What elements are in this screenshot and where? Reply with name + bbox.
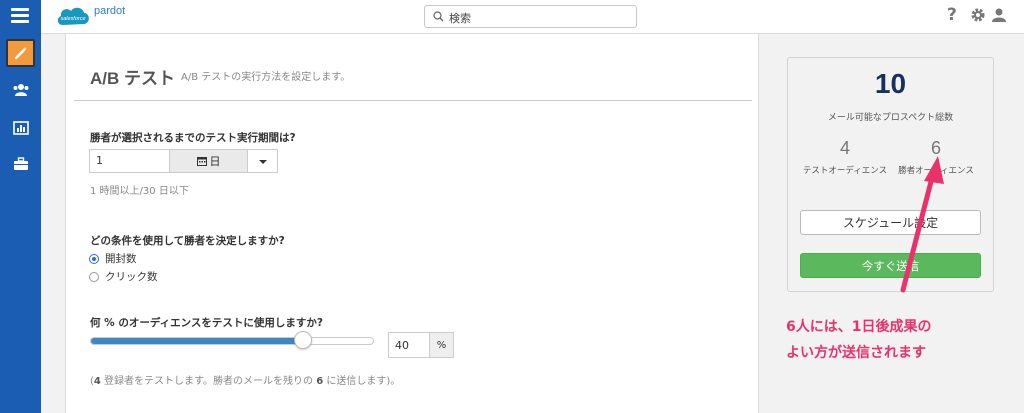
left-nav	[0, 0, 41, 413]
duration-unit-dropdown[interactable]	[248, 149, 278, 173]
schedule-button[interactable]: スケジュール設定	[800, 210, 981, 235]
magic-wand-icon	[0, 42, 41, 64]
page-subtitle: A/B テストの実行方法を設定します。	[181, 72, 351, 83]
send-summary-panel: 10 メール可能なプロスペクト総数 4 テストオーディエンス 6 勝者オーディエ…	[787, 57, 994, 292]
send-now-button[interactable]: 今すぐ送信	[800, 253, 981, 278]
audience-question: 何 % のオーディエンスをテストに使用しますか?	[90, 317, 323, 329]
test-audience-label: テストオーディエンス	[802, 166, 888, 176]
salesforce-logo-text: salesforce	[60, 16, 85, 22]
total-prospects-count: 10	[874, 68, 907, 99]
duration-question: 勝者が選択されるまでのテスト実行期間は?	[90, 132, 296, 144]
total-prospects-label: メール可能なプロスペクト総数	[827, 113, 954, 123]
test-audience-count: 4	[839, 138, 850, 158]
summary-suffix: に送信します)。	[323, 376, 401, 387]
gear-icon[interactable]	[970, 7, 986, 27]
duration-hint: 1 時間以上/30 日以下	[90, 186, 189, 197]
calendar-icon	[196, 157, 207, 166]
chevron-down-icon	[259, 160, 267, 164]
summary-mid: 登録者をテストします。勝者のメールを残りの	[100, 376, 317, 387]
radio-button-checked[interactable]	[89, 253, 99, 264]
search-icon	[433, 11, 444, 22]
ab-test-panel: A/B テスト A/B テストの実行方法を設定します。 勝者が選択されるまでのテ…	[65, 34, 759, 413]
duration-unit-label: 日	[209, 155, 221, 168]
audience-slider-fill	[91, 338, 303, 344]
radio-option-clicks[interactable]: クリック数	[89, 269, 158, 284]
help-icon[interactable]: ?	[947, 5, 957, 25]
top-bar: salesforce pardot 検索 ?	[41, 0, 1024, 34]
salesforce-logo[interactable]: salesforce	[55, 5, 91, 27]
audience-summary: (4 登録者をテストします。勝者のメールを残りの 6 に送信します)。	[90, 372, 400, 387]
duration-input[interactable]: 1	[89, 149, 170, 173]
winner-audience-count: 6	[930, 138, 941, 158]
summary-test-count: 4	[93, 376, 101, 387]
user-avatar-icon[interactable]	[991, 7, 1007, 27]
pardot-logo-text: pardot	[94, 5, 126, 17]
reports-chart-icon[interactable]	[0, 118, 41, 138]
audience-slider-handle[interactable]	[294, 331, 312, 349]
audience-percent-input[interactable]: 40	[388, 332, 430, 358]
duration-unit-addon: 日	[170, 149, 248, 173]
users-icon[interactable]	[0, 80, 41, 100]
condition-question: どの条件を使用して勝者を決定しますか?	[90, 235, 285, 247]
radio-label-clicks: クリック数	[105, 271, 158, 283]
radio-option-opens[interactable]: 開封数	[89, 251, 137, 266]
title-divider	[74, 100, 752, 101]
audience-slider-track[interactable]	[90, 337, 374, 345]
page-title: A/B テスト	[90, 69, 175, 88]
annotation-line-1: 6人には、1日後成果の	[786, 319, 932, 335]
percent-addon: %	[430, 332, 454, 358]
annotation-line-2: よい方が送信されます	[786, 345, 926, 361]
winner-audience-label: 勝者オーディエンス	[898, 166, 974, 176]
radio-button-unchecked[interactable]	[89, 271, 99, 282]
briefcase-icon[interactable]	[0, 154, 41, 174]
search-placeholder: 検索	[449, 12, 471, 25]
search-input[interactable]: 検索	[424, 5, 637, 28]
hamburger-menu-icon[interactable]	[11, 8, 29, 24]
radio-label-opens: 開封数	[105, 253, 137, 265]
